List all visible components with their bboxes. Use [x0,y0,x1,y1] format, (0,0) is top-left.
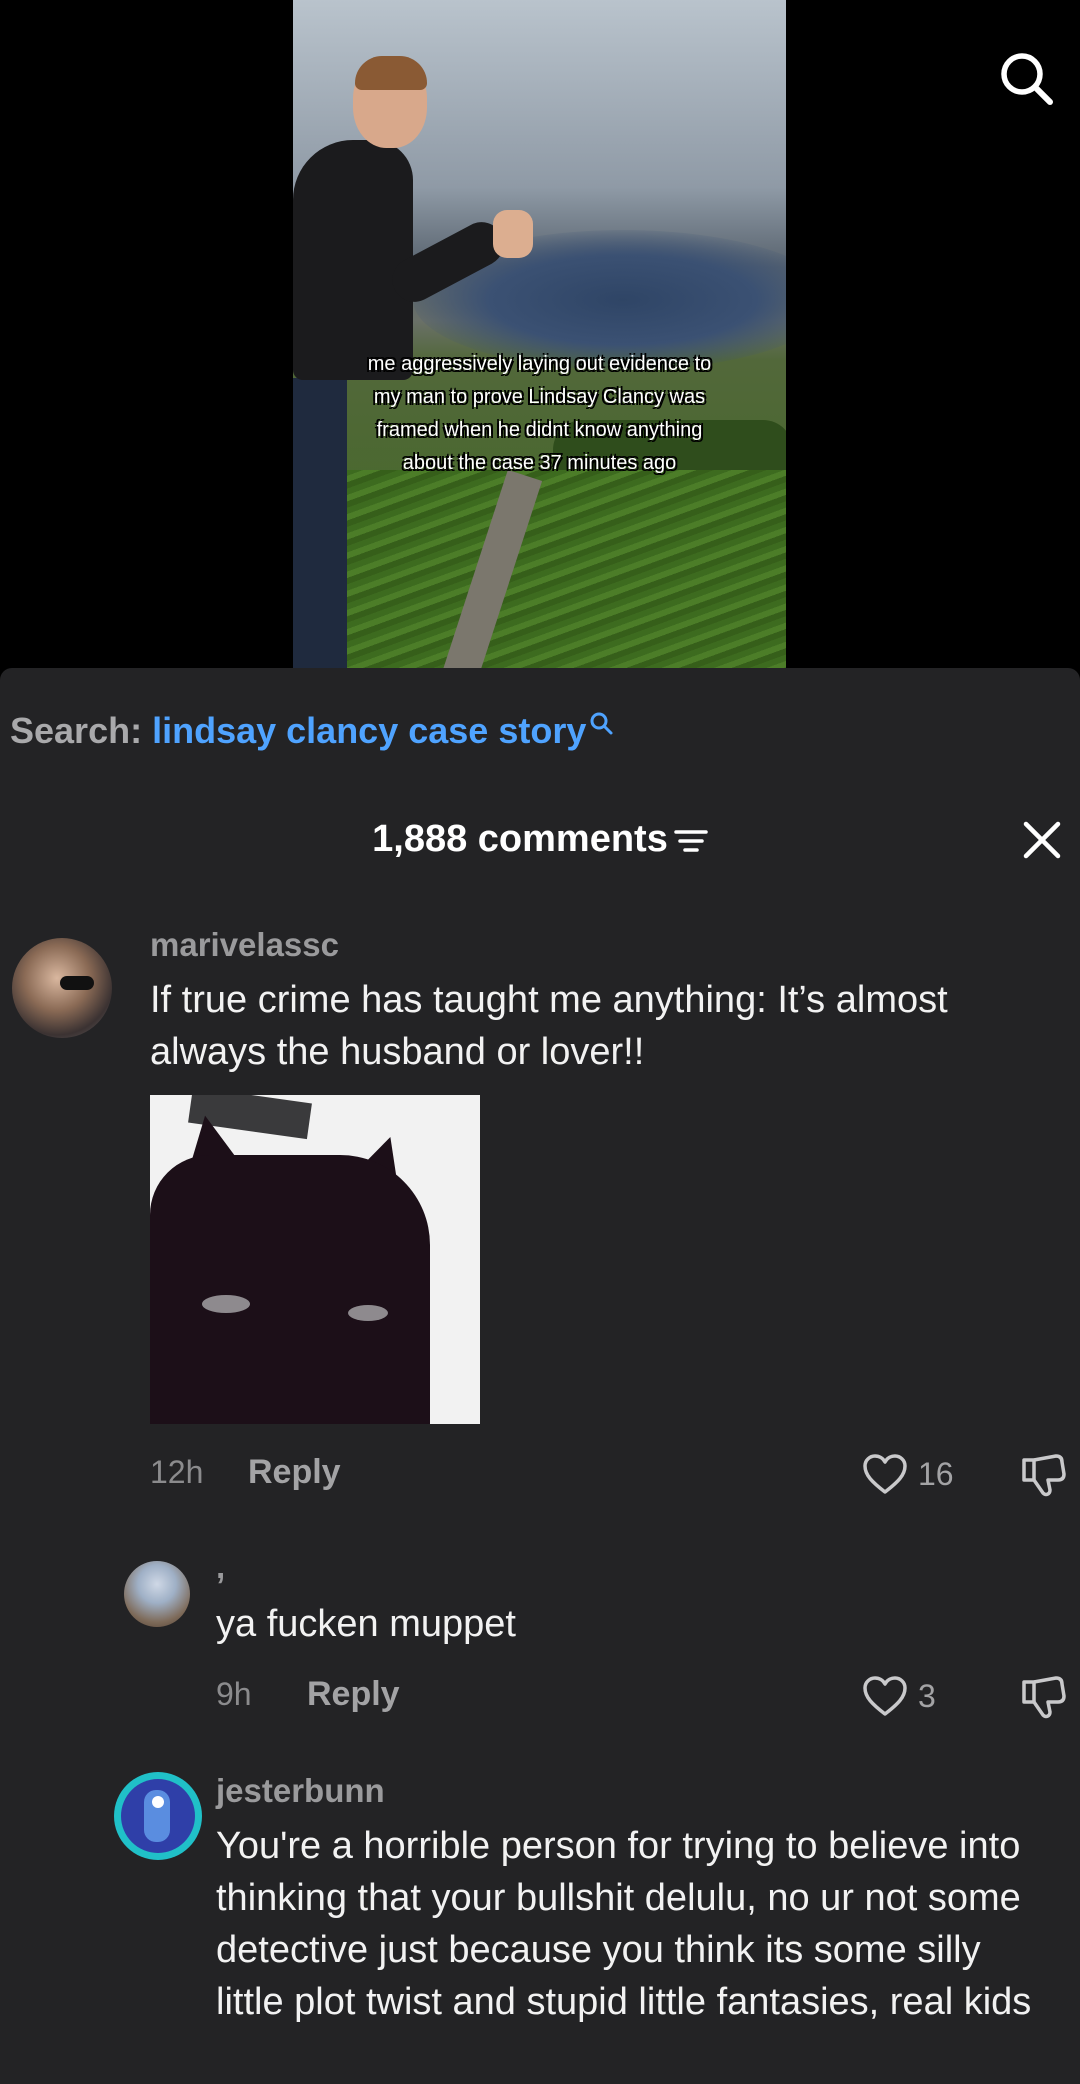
comments-count: 1,888 comments [372,818,668,860]
video-field [293,470,786,668]
comment-text: ya fucken muppet [216,1603,516,1645]
heart-icon[interactable] [862,1675,908,1717]
video-player[interactable]: me aggressively laying out evidence to m… [293,0,786,668]
comment-gif[interactable] [150,1095,480,1424]
gif-cat [150,1155,430,1424]
comments-header: 1,888 comments [0,818,1080,861]
dislike-icon[interactable] [1020,1452,1068,1498]
heart-icon[interactable] [862,1453,908,1495]
video-person-hair [355,56,427,90]
comment-username[interactable]: jesterbunn [216,1772,385,1810]
comment-text: You're a horrible person for trying to b… [216,1825,1032,2023]
search-suggestion-term[interactable]: lindsay clancy case story [152,710,586,751]
search-mini-icon [590,712,613,735]
comment-text: If true crime has taught me anything: It… [150,979,948,1073]
dislike-icon[interactable] [1020,1674,1068,1720]
reply-button[interactable]: Reply [248,1453,341,1492]
search-icon[interactable] [996,48,1056,108]
comment-time: 9h [216,1676,252,1712]
comment-username[interactable]: marivelassc [150,926,339,964]
avatar[interactable] [12,938,112,1038]
video-caption: me aggressively laying out evidence to m… [367,353,712,474]
gif-cat-eye [202,1295,250,1313]
like-count: 16 [918,1456,954,1492]
reply-button[interactable]: Reply [307,1675,400,1714]
video-person-legs [293,378,347,668]
avatar-bird-face [152,1796,164,1808]
comment-time: 12h [150,1454,204,1490]
filter-icon[interactable] [674,826,708,856]
comment-username[interactable]: , [216,1548,225,1586]
search-suggestion[interactable]: Search: lindsay clancy case story [10,710,614,752]
avatar[interactable] [114,1772,202,1860]
avatar[interactable] [124,1561,190,1627]
search-suggestion-label: Search: [10,710,143,751]
avatar-sunglasses [60,976,94,990]
video-person-fist [493,210,533,258]
gif-cat-eye [348,1305,388,1321]
comments-sheet: Search: lindsay clancy case story 1,888 … [0,668,1080,2084]
close-icon[interactable] [1022,820,1062,860]
like-count: 3 [918,1678,936,1714]
video-person [293,140,413,380]
